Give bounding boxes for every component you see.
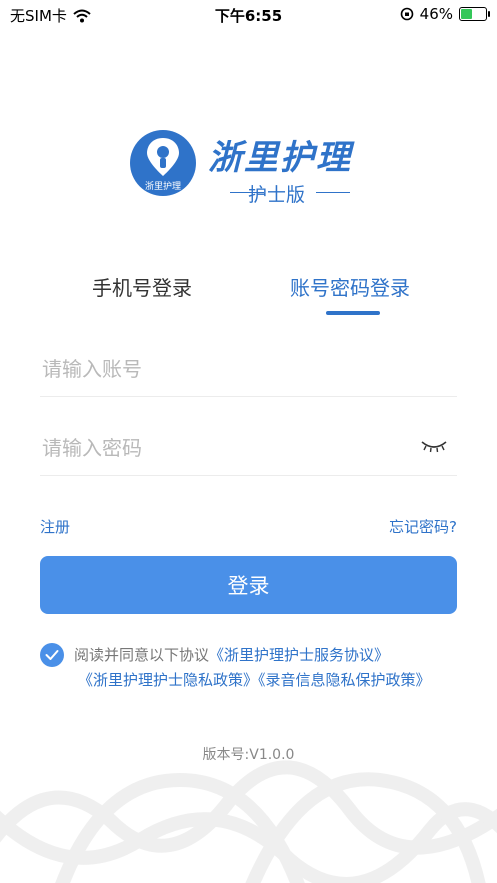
status-bar: 无SIM卡 下午6:55 46%	[0, 0, 497, 30]
orientation-lock-icon	[400, 7, 413, 21]
tab-phone-login[interactable]: 手机号登录	[92, 272, 192, 301]
logo-subtitle: 护士版	[248, 184, 306, 206]
agreement-prefix: 阅读并同意以下协议	[74, 646, 210, 664]
checkmark-icon	[45, 650, 59, 660]
battery-icon	[459, 7, 490, 21]
logo-title: 浙里护理	[208, 138, 352, 178]
eye-closed-icon[interactable]	[419, 437, 449, 455]
service-agreement-link[interactable]: 《浙里护理护士服务协议》	[209, 646, 389, 664]
battery-cap	[488, 11, 490, 17]
battery-fill	[461, 9, 472, 19]
agreement-checkbox[interactable]	[40, 643, 64, 667]
status-right: 46%	[400, 5, 490, 23]
logo-divider-right	[316, 192, 350, 193]
account-field	[40, 344, 457, 397]
password-input[interactable]	[40, 429, 414, 467]
privacy-policy-link[interactable]: 《浙里护理护士隐私政策》	[78, 671, 258, 689]
tab-account-login[interactable]: 账号密码登录	[290, 272, 410, 301]
account-input[interactable]	[40, 350, 414, 388]
app-logo: 浙里护理 浙里护理 护士版	[130, 128, 370, 208]
recording-policy-link[interactable]: 《录音信息隐私保护政策》	[258, 671, 431, 689]
password-field	[40, 423, 457, 476]
background-pattern	[0, 760, 497, 883]
active-tab-indicator	[326, 311, 380, 315]
battery-percent: 46%	[419, 5, 453, 23]
forgot-password-link[interactable]: 忘记密码?	[389, 516, 457, 537]
login-button[interactable]: 登录	[40, 556, 457, 614]
logo-circle: 浙里护理	[130, 130, 196, 196]
register-link[interactable]: 注册	[40, 516, 70, 537]
logo-circle-label: 浙里护理	[144, 182, 181, 192]
agreement-row-2: 《浙里护理护士隐私政策》《录音信息隐私保护政策》	[78, 669, 431, 690]
agreement-row-1: 阅读并同意以下协议《浙里护理护士服务协议》	[74, 644, 389, 665]
